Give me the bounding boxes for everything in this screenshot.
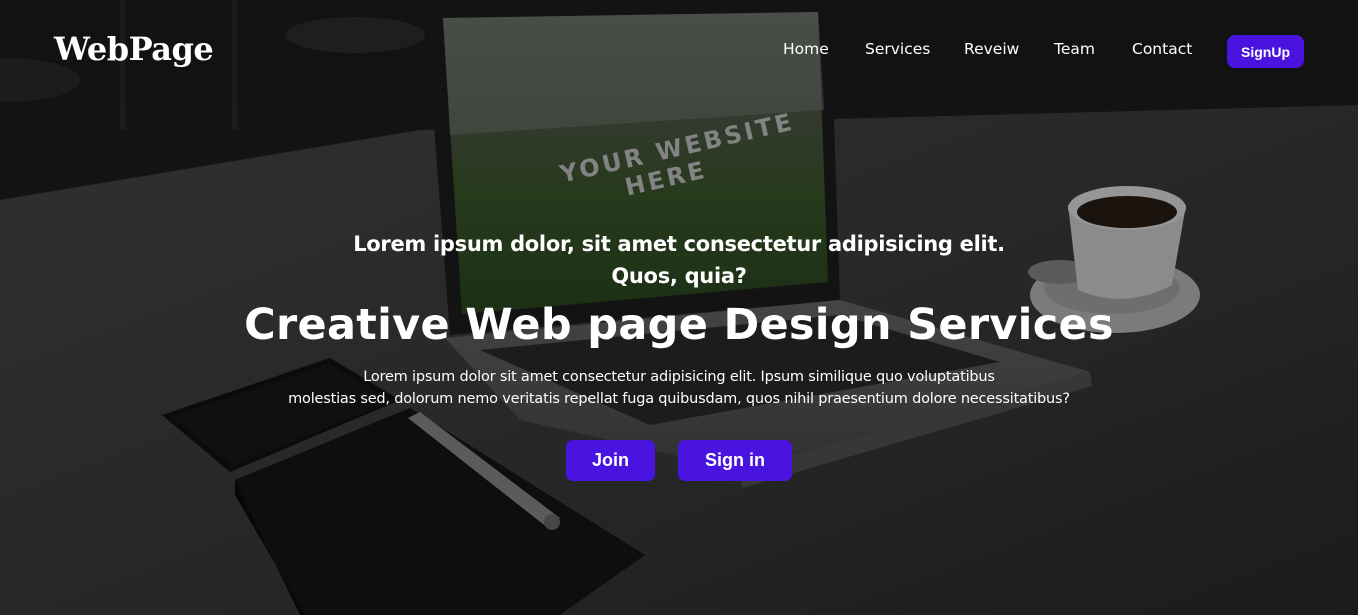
join-button[interactable]: Join (566, 440, 655, 481)
hero-headline: Creative Web page Design Services (244, 300, 1114, 350)
main-nav: Home Services Reveiw Team Contact SignUp (0, 35, 1358, 68)
hero-tagline: Lorem ipsum dolor, sit amet consectetur … (0, 228, 1358, 292)
signup-button[interactable]: SignUp (1227, 35, 1304, 68)
nav-link-home[interactable]: Home (783, 40, 829, 58)
sign-in-button[interactable]: Sign in (678, 440, 792, 481)
hero-description-line2: molestias sed, dolorum nemo veritatis re… (288, 391, 1070, 407)
hero-section: Lorem ipsum dolor, sit amet consectetur … (0, 228, 1358, 410)
nav-link-team[interactable]: Team (1054, 40, 1095, 58)
nav-link-contact[interactable]: Contact (1132, 40, 1192, 58)
nav-link-services[interactable]: Services (865, 40, 930, 58)
hero-description-line1: Lorem ipsum dolor sit amet consectetur a… (363, 369, 995, 385)
nav-link-review[interactable]: Reveiw (964, 40, 1019, 58)
hero-description: Lorem ipsum dolor sit amet consectetur a… (0, 366, 1358, 410)
hero-tagline-line1: Lorem ipsum dolor, sit amet consectetur … (353, 232, 1005, 256)
hero-tagline-line2: Quos, quia? (611, 264, 747, 288)
hero-cta-group: Join Sign in (0, 440, 1358, 482)
